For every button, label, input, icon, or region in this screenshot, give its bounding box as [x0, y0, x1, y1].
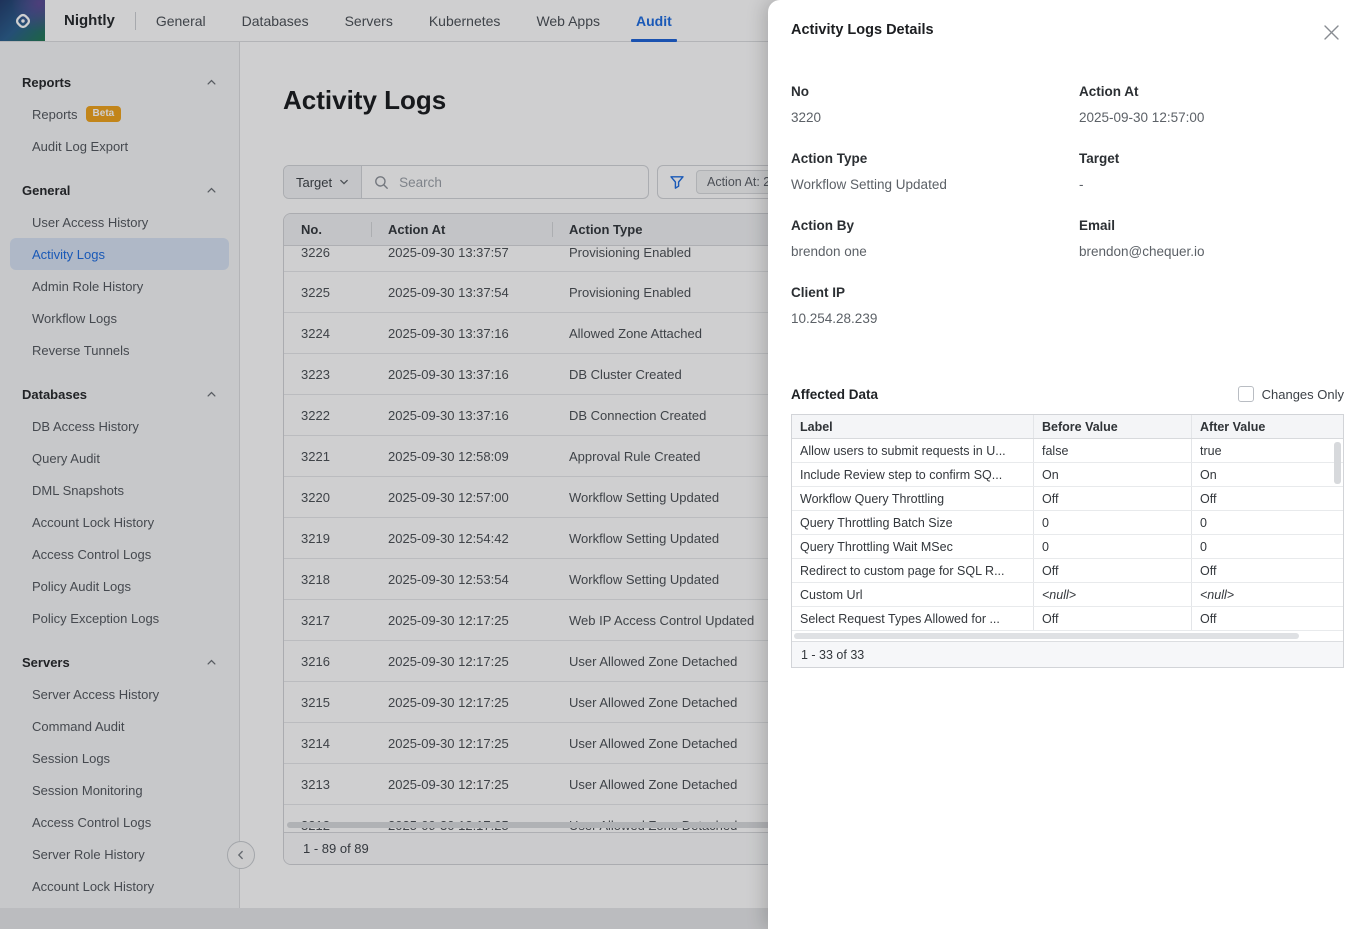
- affected-vertical-scrollbar[interactable]: [1334, 442, 1341, 484]
- detail-fields: No3220Action At2025-09-30 12:57:00Action…: [791, 84, 1344, 352]
- affected-after-value: 0: [1191, 511, 1343, 534]
- affected-after-value[interactable]: true: [1191, 439, 1343, 462]
- affected-after-value: Off: [1191, 607, 1343, 630]
- field-action-at: Action At 2025-09-30 12:57:00: [1079, 84, 1344, 125]
- activity-log-details-drawer: Activity Logs Details No 3220Action At 202…: [768, 0, 1365, 929]
- affected-after-value: 0: [1191, 535, 1343, 558]
- field-value: brendon@chequer.io: [1079, 244, 1344, 259]
- field-value: 10.254.28.239: [791, 311, 1079, 326]
- affected-table-row: Select Request Types Allowed for ...OffO…: [792, 607, 1343, 631]
- close-icon: [1323, 24, 1340, 41]
- affected-table-row: Redirect to custom page for SQL R...OffO…: [792, 559, 1343, 583]
- affected-column-header-after-value[interactable]: After Value: [1191, 415, 1343, 438]
- affected-table-row: Workflow Query ThrottlingOffOff: [792, 487, 1343, 511]
- field-label: Client IP: [791, 285, 1079, 300]
- affected-before-value: Off: [1033, 487, 1191, 510]
- affected-after-value: On: [1191, 463, 1343, 486]
- affected-table-body: Allow users to submit requests in U...fa…: [792, 439, 1343, 631]
- affected-data-table: LabelBefore ValueAfter Value Allow users…: [791, 414, 1344, 668]
- field-label: Email: [1079, 218, 1344, 233]
- affected-table-row: Query Throttling Batch Size00: [792, 511, 1343, 535]
- changes-only-toggle[interactable]: Changes Only: [1238, 386, 1344, 402]
- field-action-type: Action Type Workflow Setting Updated: [791, 151, 1079, 192]
- field-label: Action Type: [791, 151, 1079, 166]
- affected-before-value: On: [1033, 463, 1191, 486]
- affected-data-title: Affected Data: [791, 387, 878, 402]
- affected-before-value: Off: [1033, 559, 1191, 582]
- changes-only-label: Changes Only: [1262, 387, 1344, 402]
- affected-label: Custom Url: [792, 583, 1033, 606]
- field-target: Target -: [1079, 151, 1344, 192]
- affected-column-header-label[interactable]: Label: [792, 415, 1033, 438]
- affected-data-header: Affected Data Changes Only: [791, 386, 1344, 402]
- affected-label: Include Review step to confirm SQ...: [792, 463, 1033, 486]
- affected-horizontal-scrollbar[interactable]: [794, 633, 1299, 639]
- drawer-close-button[interactable]: [1319, 20, 1343, 44]
- affected-table-row: Query Throttling Wait MSec00: [792, 535, 1343, 559]
- affected-label: Redirect to custom page for SQL R...: [792, 559, 1033, 582]
- field-value: brendon one: [791, 244, 1079, 259]
- field-email: Email brendon@chequer.io: [1079, 218, 1344, 259]
- affected-before-value: 0: [1033, 511, 1191, 534]
- affected-after-value: Off: [1191, 559, 1343, 582]
- affected-after-value: Off: [1191, 487, 1343, 510]
- affected-label[interactable]: Allow users to submit requests in U...: [792, 439, 1033, 462]
- field-value: -: [1079, 177, 1344, 192]
- field-label: Action At: [1079, 84, 1344, 99]
- affected-label: Query Throttling Wait MSec: [792, 535, 1033, 558]
- field-label: No: [791, 84, 1079, 99]
- drawer-title: Activity Logs Details: [791, 22, 1344, 38]
- field-action-by: Action By brendon one: [791, 218, 1079, 259]
- affected-table-header: LabelBefore ValueAfter Value: [792, 415, 1343, 439]
- affected-label: Workflow Query Throttling: [792, 487, 1033, 510]
- affected-table-row: Custom Url<null><null>: [792, 583, 1343, 607]
- affected-pagination: 1 - 33 of 33: [792, 641, 1343, 667]
- affected-table-row: Allow users to submit requests in U...fa…: [792, 439, 1343, 463]
- changes-only-checkbox[interactable]: [1238, 386, 1254, 402]
- field-no: No 3220: [791, 84, 1079, 125]
- affected-after-value: <null>: [1191, 583, 1343, 606]
- field-value: 3220: [791, 110, 1079, 125]
- affected-before-value: <null>: [1033, 583, 1191, 606]
- field-label: Target: [1079, 151, 1344, 166]
- affected-before-value: 0: [1033, 535, 1191, 558]
- field-label: Action By: [791, 218, 1079, 233]
- field-value: 2025-09-30 12:57:00: [1079, 110, 1344, 125]
- affected-column-header-before-value[interactable]: Before Value: [1033, 415, 1191, 438]
- affected-before-value: Off: [1033, 607, 1191, 630]
- affected-label: Query Throttling Batch Size: [792, 511, 1033, 534]
- field-value: Workflow Setting Updated: [791, 177, 1079, 192]
- affected-label: Select Request Types Allowed for ...: [792, 607, 1033, 630]
- affected-table-row: Include Review step to confirm SQ...OnOn: [792, 463, 1343, 487]
- field-client-ip: Client IP 10.254.28.239: [791, 285, 1079, 326]
- affected-before-value: false: [1033, 439, 1191, 462]
